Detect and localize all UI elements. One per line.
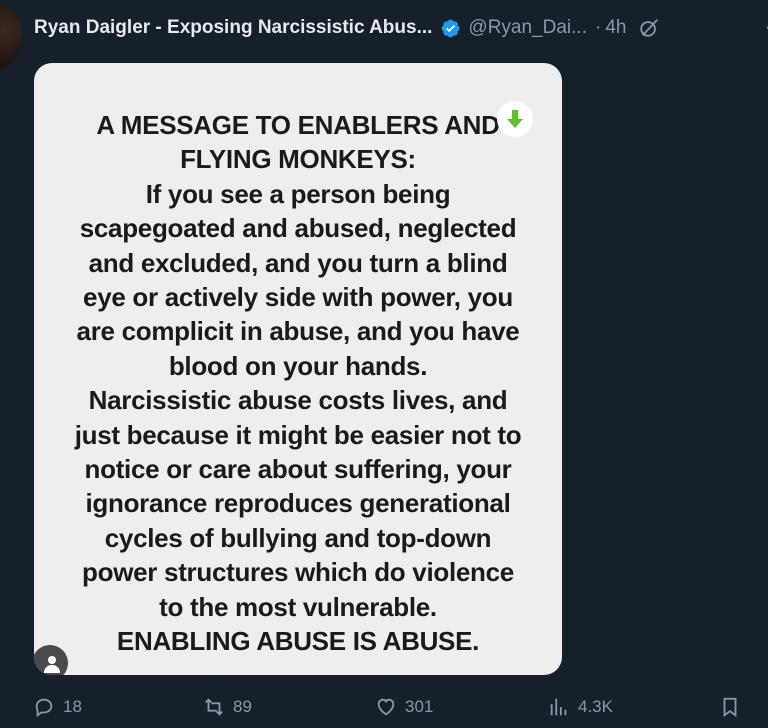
message-line: and excluded, and you turn a blind — [88, 247, 508, 278]
bookmark-icon — [723, 697, 737, 718]
message-line: just because it might be easier not to — [74, 419, 522, 450]
bookmark-button[interactable] — [719, 694, 749, 720]
message-line: power structures which do violence — [82, 557, 514, 588]
tweet-header: Ryan Daigler - Exposing Narcissistic Abu… — [34, 14, 768, 42]
message-line: are complicit in abuse, and you have — [76, 316, 520, 347]
separator-dot: · — [594, 17, 602, 38]
image-message-text: A MESSAGE TO ENABLERS AND FLYING MONKEYS… — [34, 108, 562, 659]
reply-icon — [35, 698, 53, 718]
message-line: FLYING MONKEYS: — [180, 144, 416, 175]
views-count: 4.3K — [578, 697, 613, 716]
message-line: cycles of bullying and top-down — [104, 522, 492, 553]
message-line: notice or care about suffering, your — [84, 454, 512, 485]
verified-badge-icon — [442, 19, 460, 37]
reply-button[interactable]: 18 — [33, 694, 82, 720]
grok-icon[interactable] — [638, 17, 660, 39]
message-line: to the most vulnerable. — [159, 591, 437, 622]
views-button[interactable]: 4.3K — [548, 694, 613, 720]
retweet-count: 89 — [233, 697, 252, 716]
views-chart-icon — [550, 698, 567, 716]
tweet-time[interactable]: 4h — [605, 17, 626, 39]
message-line: scapegoated and abused, neglected — [79, 213, 517, 244]
user-avatar-icon — [34, 645, 68, 675]
like-button[interactable]: 301 — [375, 694, 433, 720]
like-count: 301 — [405, 697, 434, 716]
message-line: Narcissistic abuse costs lives, and — [88, 385, 508, 416]
author-avatar[interactable] — [0, 4, 22, 68]
message-line: ENABLING ABUSE IS ABUSE. — [116, 626, 480, 657]
message-line: A MESSAGE TO ENABLERS AND — [96, 110, 500, 140]
message-line: blood on your hands. — [168, 350, 428, 381]
message-line: If you see a person being — [145, 178, 451, 209]
heart-icon — [377, 698, 395, 716]
author-name[interactable]: Ryan Daigler - Exposing Narcissistic Abu… — [34, 17, 432, 39]
message-line: ignorance reproduces generational — [85, 488, 511, 519]
reply-count: 18 — [63, 697, 82, 716]
download-badge — [497, 101, 533, 137]
author-handle[interactable]: @Ryan_Dai... — [468, 17, 587, 39]
tweet-actions: 18 89 301 4.3K — [0, 694, 768, 720]
message-line: eye or actively side with power, you — [83, 282, 513, 313]
green-down-arrow-icon — [507, 110, 523, 128]
retweet-button[interactable]: 89 — [203, 694, 252, 720]
tweet-media-image[interactable]: A MESSAGE TO ENABLERS AND FLYING MONKEYS… — [34, 63, 562, 675]
retweet-icon — [205, 698, 223, 716]
